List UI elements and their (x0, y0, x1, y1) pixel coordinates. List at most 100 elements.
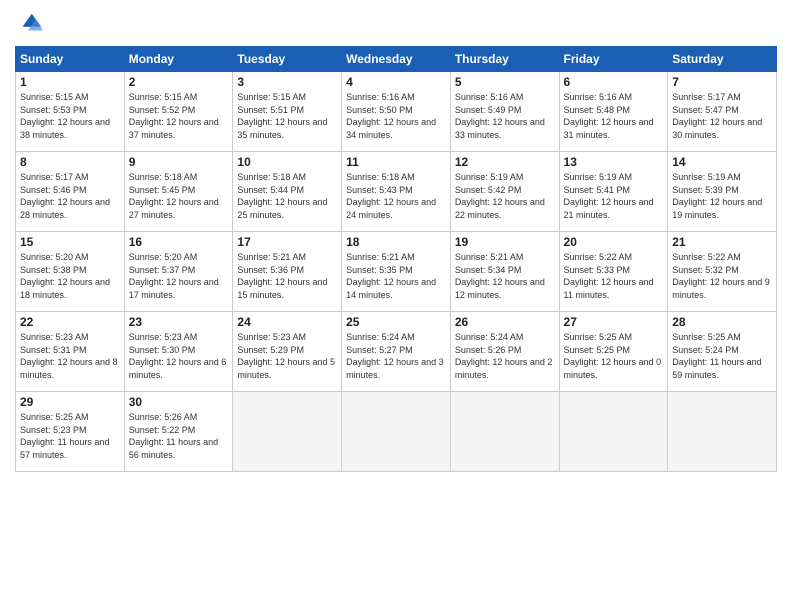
day-info: Sunrise: 5:19 AM Sunset: 5:41 PM Dayligh… (564, 171, 664, 221)
calendar-cell: 24 Sunrise: 5:23 AM Sunset: 5:29 PM Dayl… (233, 312, 342, 392)
calendar-cell: 21 Sunrise: 5:22 AM Sunset: 5:32 PM Dayl… (668, 232, 777, 312)
calendar-cell (342, 392, 451, 472)
day-info: Sunrise: 5:15 AM Sunset: 5:51 PM Dayligh… (237, 91, 337, 141)
day-header-tuesday: Tuesday (233, 47, 342, 72)
calendar-cell: 28 Sunrise: 5:25 AM Sunset: 5:24 PM Dayl… (668, 312, 777, 392)
daylight: Daylight: 12 hours and 38 minutes. (20, 117, 110, 140)
sunrise: Sunrise: 5:24 AM (455, 332, 524, 342)
daylight: Daylight: 12 hours and 24 minutes. (346, 197, 436, 220)
calendar-cell: 13 Sunrise: 5:19 AM Sunset: 5:41 PM Dayl… (559, 152, 668, 232)
daylight: Daylight: 12 hours and 0 minutes. (564, 357, 662, 380)
day-info: Sunrise: 5:19 AM Sunset: 5:42 PM Dayligh… (455, 171, 555, 221)
daylight: Daylight: 12 hours and 18 minutes. (20, 277, 110, 300)
calendar-table: SundayMondayTuesdayWednesdayThursdayFrid… (15, 46, 777, 472)
day-number: 18 (346, 235, 446, 249)
sunrise: Sunrise: 5:15 AM (237, 92, 306, 102)
day-header-saturday: Saturday (668, 47, 777, 72)
sunrise: Sunrise: 5:15 AM (20, 92, 89, 102)
sunset: Sunset: 5:46 PM (20, 185, 87, 195)
day-info: Sunrise: 5:24 AM Sunset: 5:27 PM Dayligh… (346, 331, 446, 381)
day-header-friday: Friday (559, 47, 668, 72)
day-info: Sunrise: 5:15 AM Sunset: 5:52 PM Dayligh… (129, 91, 229, 141)
calendar-cell: 3 Sunrise: 5:15 AM Sunset: 5:51 PM Dayli… (233, 72, 342, 152)
daylight: Daylight: 12 hours and 11 minutes. (564, 277, 654, 300)
daylight: Daylight: 12 hours and 37 minutes. (129, 117, 219, 140)
day-number: 8 (20, 155, 120, 169)
day-info: Sunrise: 5:20 AM Sunset: 5:38 PM Dayligh… (20, 251, 120, 301)
calendar-cell: 9 Sunrise: 5:18 AM Sunset: 5:45 PM Dayli… (124, 152, 233, 232)
daylight: Daylight: 11 hours and 59 minutes. (672, 357, 761, 380)
daylight: Daylight: 12 hours and 9 minutes. (672, 277, 770, 300)
day-info: Sunrise: 5:16 AM Sunset: 5:48 PM Dayligh… (564, 91, 664, 141)
day-info: Sunrise: 5:25 AM Sunset: 5:25 PM Dayligh… (564, 331, 664, 381)
daylight: Daylight: 11 hours and 57 minutes. (20, 437, 109, 460)
day-info: Sunrise: 5:18 AM Sunset: 5:43 PM Dayligh… (346, 171, 446, 221)
day-number: 17 (237, 235, 337, 249)
calendar-cell: 12 Sunrise: 5:19 AM Sunset: 5:42 PM Dayl… (450, 152, 559, 232)
calendar-page: SundayMondayTuesdayWednesdayThursdayFrid… (0, 0, 792, 612)
sunrise: Sunrise: 5:24 AM (346, 332, 415, 342)
day-number: 24 (237, 315, 337, 329)
calendar-cell: 25 Sunrise: 5:24 AM Sunset: 5:27 PM Dayl… (342, 312, 451, 392)
sunset: Sunset: 5:37 PM (129, 265, 196, 275)
daylight: Daylight: 12 hours and 28 minutes. (20, 197, 110, 220)
daylight: Daylight: 12 hours and 21 minutes. (564, 197, 654, 220)
daylight: Daylight: 12 hours and 31 minutes. (564, 117, 654, 140)
calendar-cell: 15 Sunrise: 5:20 AM Sunset: 5:38 PM Dayl… (16, 232, 125, 312)
daylight: Daylight: 12 hours and 15 minutes. (237, 277, 327, 300)
week-row-1: 1 Sunrise: 5:15 AM Sunset: 5:53 PM Dayli… (16, 72, 777, 152)
sunset: Sunset: 5:30 PM (129, 345, 196, 355)
day-number: 20 (564, 235, 664, 249)
daylight: Daylight: 12 hours and 33 minutes. (455, 117, 545, 140)
sunset: Sunset: 5:47 PM (672, 105, 739, 115)
sunset: Sunset: 5:32 PM (672, 265, 739, 275)
day-info: Sunrise: 5:25 AM Sunset: 5:24 PM Dayligh… (672, 331, 772, 381)
day-header-thursday: Thursday (450, 47, 559, 72)
calendar-cell: 19 Sunrise: 5:21 AM Sunset: 5:34 PM Dayl… (450, 232, 559, 312)
calendar-cell (450, 392, 559, 472)
day-info: Sunrise: 5:22 AM Sunset: 5:32 PM Dayligh… (672, 251, 772, 301)
sunset: Sunset: 5:41 PM (564, 185, 631, 195)
sunrise: Sunrise: 5:23 AM (129, 332, 198, 342)
calendar-cell: 7 Sunrise: 5:17 AM Sunset: 5:47 PM Dayli… (668, 72, 777, 152)
day-number: 19 (455, 235, 555, 249)
sunset: Sunset: 5:42 PM (455, 185, 522, 195)
calendar-cell: 1 Sunrise: 5:15 AM Sunset: 5:53 PM Dayli… (16, 72, 125, 152)
day-info: Sunrise: 5:18 AM Sunset: 5:44 PM Dayligh… (237, 171, 337, 221)
daylight: Daylight: 12 hours and 30 minutes. (672, 117, 762, 140)
daylight: Daylight: 12 hours and 19 minutes. (672, 197, 762, 220)
calendar-cell: 30 Sunrise: 5:26 AM Sunset: 5:22 PM Dayl… (124, 392, 233, 472)
sunset: Sunset: 5:22 PM (129, 425, 196, 435)
calendar-cell: 10 Sunrise: 5:18 AM Sunset: 5:44 PM Dayl… (233, 152, 342, 232)
sunset: Sunset: 5:39 PM (672, 185, 739, 195)
daylight: Daylight: 11 hours and 56 minutes. (129, 437, 218, 460)
day-info: Sunrise: 5:19 AM Sunset: 5:39 PM Dayligh… (672, 171, 772, 221)
sunset: Sunset: 5:38 PM (20, 265, 87, 275)
sunset: Sunset: 5:51 PM (237, 105, 304, 115)
calendar-cell: 2 Sunrise: 5:15 AM Sunset: 5:52 PM Dayli… (124, 72, 233, 152)
sunrise: Sunrise: 5:26 AM (129, 412, 198, 422)
sunrise: Sunrise: 5:17 AM (672, 92, 741, 102)
day-header-monday: Monday (124, 47, 233, 72)
day-info: Sunrise: 5:18 AM Sunset: 5:45 PM Dayligh… (129, 171, 229, 221)
day-info: Sunrise: 5:21 AM Sunset: 5:34 PM Dayligh… (455, 251, 555, 301)
calendar-cell: 22 Sunrise: 5:23 AM Sunset: 5:31 PM Dayl… (16, 312, 125, 392)
sunset: Sunset: 5:44 PM (237, 185, 304, 195)
sunrise: Sunrise: 5:23 AM (20, 332, 89, 342)
sunset: Sunset: 5:31 PM (20, 345, 87, 355)
sunset: Sunset: 5:49 PM (455, 105, 522, 115)
day-info: Sunrise: 5:17 AM Sunset: 5:46 PM Dayligh… (20, 171, 120, 221)
day-number: 10 (237, 155, 337, 169)
calendar-cell: 4 Sunrise: 5:16 AM Sunset: 5:50 PM Dayli… (342, 72, 451, 152)
day-info: Sunrise: 5:16 AM Sunset: 5:49 PM Dayligh… (455, 91, 555, 141)
calendar-cell: 6 Sunrise: 5:16 AM Sunset: 5:48 PM Dayli… (559, 72, 668, 152)
week-row-5: 29 Sunrise: 5:25 AM Sunset: 5:23 PM Dayl… (16, 392, 777, 472)
sunset: Sunset: 5:23 PM (20, 425, 87, 435)
day-number: 9 (129, 155, 229, 169)
day-number: 13 (564, 155, 664, 169)
daylight: Daylight: 12 hours and 27 minutes. (129, 197, 219, 220)
sunset: Sunset: 5:34 PM (455, 265, 522, 275)
sunrise: Sunrise: 5:19 AM (672, 172, 741, 182)
day-info: Sunrise: 5:21 AM Sunset: 5:36 PM Dayligh… (237, 251, 337, 301)
day-info: Sunrise: 5:20 AM Sunset: 5:37 PM Dayligh… (129, 251, 229, 301)
